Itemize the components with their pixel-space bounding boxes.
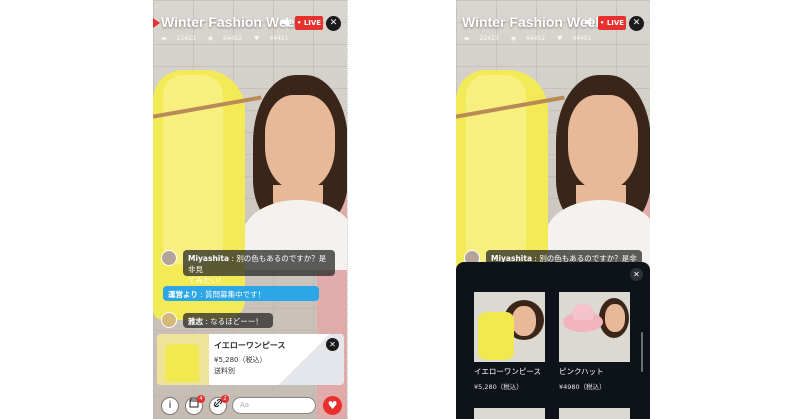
shop-badge: 4 bbox=[197, 395, 205, 403]
product-card[interactable]: ピンクハット ¥4980（税込） bbox=[559, 292, 630, 391]
live-stream-view: Winter Fashion Week • LIVE ✕ ▬ 22423 ◉ 644… bbox=[153, 0, 347, 419]
speaker-icon[interactable] bbox=[584, 16, 598, 30]
info-button[interactable]: i bbox=[161, 397, 179, 415]
product-card[interactable] bbox=[474, 408, 545, 419]
product-price: ¥5,280（税込） bbox=[214, 356, 267, 364]
sheet-scrollbar[interactable] bbox=[641, 332, 643, 372]
live-stream-view-products: Winter Fashion Week • LIVE ✕ ▬ 22423 ◉ 644… bbox=[456, 0, 650, 419]
link-badge: 2 bbox=[221, 395, 229, 403]
chat-user: 雅志 bbox=[188, 317, 203, 326]
product-thumbnail bbox=[157, 334, 209, 385]
product-card[interactable]: イエローワンピース ¥5,280（税込） bbox=[474, 292, 545, 391]
bottom-bar: i 4 2 Aa ♥ bbox=[153, 395, 347, 419]
close-stream-button[interactable]: ✕ bbox=[629, 16, 644, 31]
chat-text: てみたい！ bbox=[188, 276, 226, 285]
live-indicator-icon bbox=[153, 18, 160, 28]
product-list-sheet: ✕ イエローワンピース ¥5,280（税込） ピンクハット ¥4980（税込） bbox=[456, 262, 650, 419]
like-count: 44451 bbox=[269, 35, 289, 42]
product-price: ¥5,280（税込） bbox=[474, 383, 523, 391]
stream-header: Winter Fashion Week • LIVE ✕ bbox=[153, 13, 347, 35]
avatar bbox=[161, 250, 177, 266]
comment-icon: ▬ bbox=[161, 35, 167, 42]
chat-message: 運営より : 質問募集中です！ bbox=[163, 286, 319, 301]
speaker-icon[interactable] bbox=[281, 16, 295, 30]
product-card[interactable]: イエローワンピース ¥5,280（税込） 送料別 bbox=[157, 334, 344, 385]
product-price: ¥4980（税込） bbox=[559, 383, 606, 391]
close-product-button[interactable]: ✕ bbox=[326, 338, 339, 351]
heart-icon: ♥ bbox=[556, 35, 563, 42]
product-image bbox=[559, 408, 630, 419]
chat-message: 雅志 : なるほどーー！ bbox=[183, 313, 273, 328]
stream-stats: ▬ 22423 ◉ 64452 ♥ 44451 bbox=[161, 35, 298, 45]
product-image bbox=[474, 292, 545, 362]
chat-text: 質問募集中です！ bbox=[205, 290, 266, 299]
view-count: 64452 bbox=[525, 35, 546, 42]
product-card[interactable] bbox=[559, 408, 630, 419]
product-image bbox=[559, 292, 630, 362]
comment-count: 22423 bbox=[176, 35, 196, 42]
eye-icon: ◉ bbox=[510, 35, 516, 42]
product-image bbox=[474, 408, 545, 419]
stream-title: Winter Fashion Week bbox=[462, 14, 604, 30]
product-shipping: 送料別 bbox=[214, 367, 235, 375]
like-count: 44451 bbox=[572, 35, 592, 42]
close-stream-button[interactable]: ✕ bbox=[326, 16, 341, 31]
live-badge: • LIVE bbox=[295, 16, 323, 30]
product-name: ピンクハット bbox=[559, 367, 604, 376]
chat-user: Miyashita bbox=[188, 254, 230, 263]
stream-header: Winter Fashion Week • LIVE ✕ bbox=[456, 13, 650, 35]
product-name: イエローワンピース bbox=[214, 341, 286, 350]
comment-icon: ▬ bbox=[464, 35, 470, 42]
comment-count: 22423 bbox=[479, 35, 499, 42]
chat-message: Miyashita : 別の色もあるのですか？是非見 てみたい！ bbox=[183, 250, 335, 285]
view-count: 64452 bbox=[222, 35, 243, 42]
product-name: イエローワンピース bbox=[474, 367, 542, 376]
info-icon: i bbox=[168, 400, 172, 411]
avatar bbox=[161, 312, 177, 328]
comment-input[interactable]: Aa bbox=[232, 397, 316, 414]
like-button[interactable]: ♥ bbox=[323, 396, 342, 415]
close-sheet-button[interactable]: ✕ bbox=[630, 268, 643, 281]
stream-stats: ▬ 22423 ◉ 64452 ♥ 44451 bbox=[464, 35, 601, 45]
chat-user: 運営より bbox=[168, 290, 198, 299]
heart-icon: ♥ bbox=[253, 35, 260, 42]
live-badge: • LIVE bbox=[598, 16, 626, 30]
chat-text: なるほどーー！ bbox=[210, 317, 263, 326]
panel-divider bbox=[347, 0, 348, 419]
eye-icon: ◉ bbox=[207, 35, 213, 42]
